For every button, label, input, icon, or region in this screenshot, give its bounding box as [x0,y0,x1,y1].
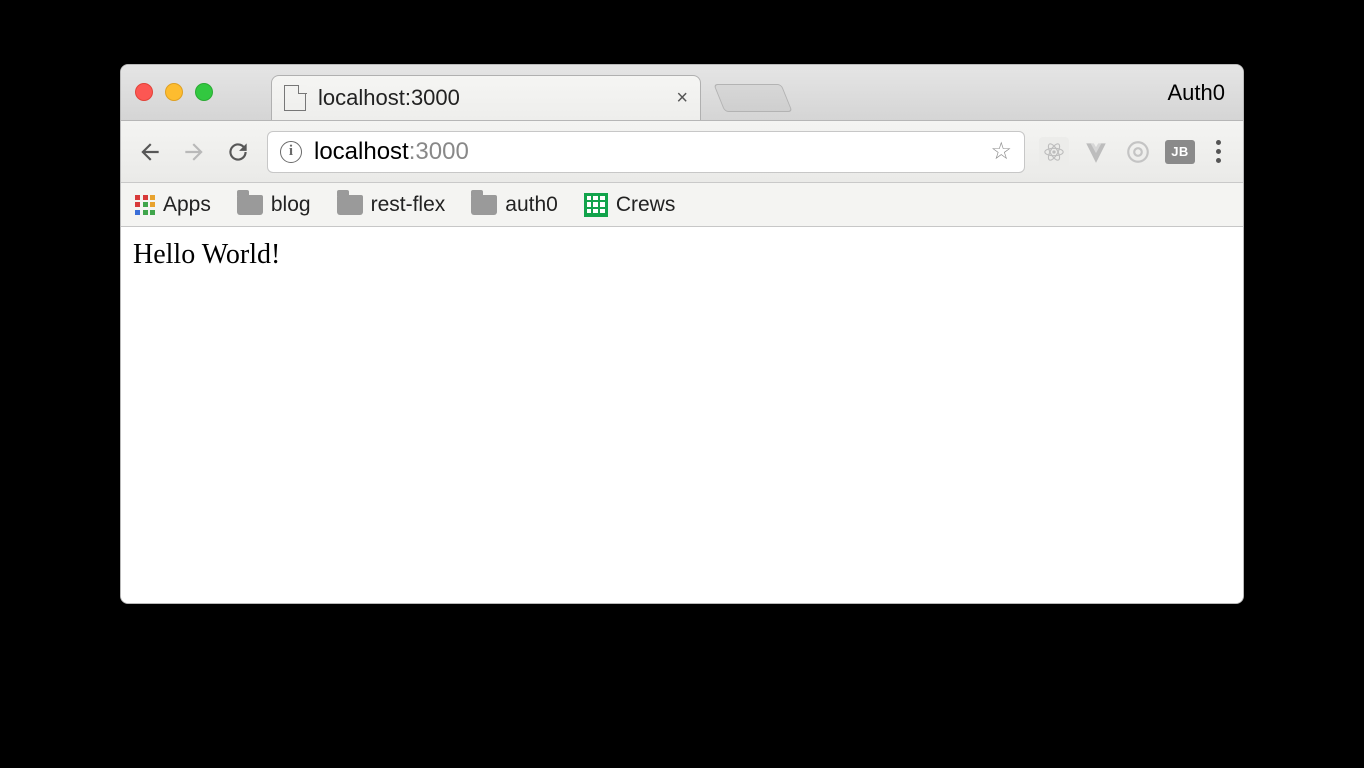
file-icon [284,85,306,111]
extension-icons: JB [1039,137,1229,167]
bookmark-auth0[interactable]: auth0 [471,193,558,217]
sheets-icon [584,193,608,217]
window-controls [135,83,213,101]
bookmark-label: Apps [163,193,211,217]
bookmark-blog[interactable]: blog [237,193,311,217]
bookmark-label: Crews [616,193,676,217]
bookmark-crews[interactable]: Crews [584,193,676,217]
address-bar[interactable]: i localhost:3000 ☆ [267,131,1025,173]
bookmark-label: rest-flex [371,193,446,217]
tab-title: localhost:3000 [318,85,460,111]
tab-strip: localhost:3000 × Auth0 [121,65,1243,121]
browser-menu-button[interactable] [1207,140,1229,163]
apps-icon [135,195,155,215]
jetbrains-extension-icon[interactable]: JB [1165,140,1195,164]
toolbar: i localhost:3000 ☆ JB [121,121,1243,183]
maximize-window-button[interactable] [195,83,213,101]
browser-window: localhost:3000 × Auth0 i localhost:3000 … [120,64,1244,604]
bookmark-rest-flex[interactable]: rest-flex [337,193,446,217]
bookmark-label: blog [271,193,311,217]
extension-circle-icon[interactable] [1123,137,1153,167]
folder-icon [337,195,363,215]
profile-label[interactable]: Auth0 [1168,80,1226,106]
page-body-text: Hello World! [133,239,280,270]
reload-button[interactable] [223,137,253,167]
minimize-window-button[interactable] [165,83,183,101]
bookmarks-bar: Apps blog rest-flex auth0 Crews [121,183,1243,227]
url-port: :3000 [409,138,469,166]
new-tab-button[interactable] [713,84,792,112]
page-viewport: Hello World! [121,227,1243,603]
bookmark-star-button[interactable]: ☆ [990,137,1012,166]
bookmark-apps[interactable]: Apps [135,193,211,217]
url-host: localhost [314,138,409,166]
folder-icon [237,195,263,215]
vue-devtools-icon[interactable] [1081,137,1111,167]
folder-icon [471,195,497,215]
close-tab-button[interactable]: × [676,87,688,110]
browser-tab[interactable]: localhost:3000 × [271,75,701,120]
site-info-icon[interactable]: i [280,141,302,163]
close-window-button[interactable] [135,83,153,101]
bookmark-label: auth0 [505,193,558,217]
forward-button[interactable] [179,137,209,167]
react-devtools-icon[interactable] [1039,137,1069,167]
back-button[interactable] [135,137,165,167]
